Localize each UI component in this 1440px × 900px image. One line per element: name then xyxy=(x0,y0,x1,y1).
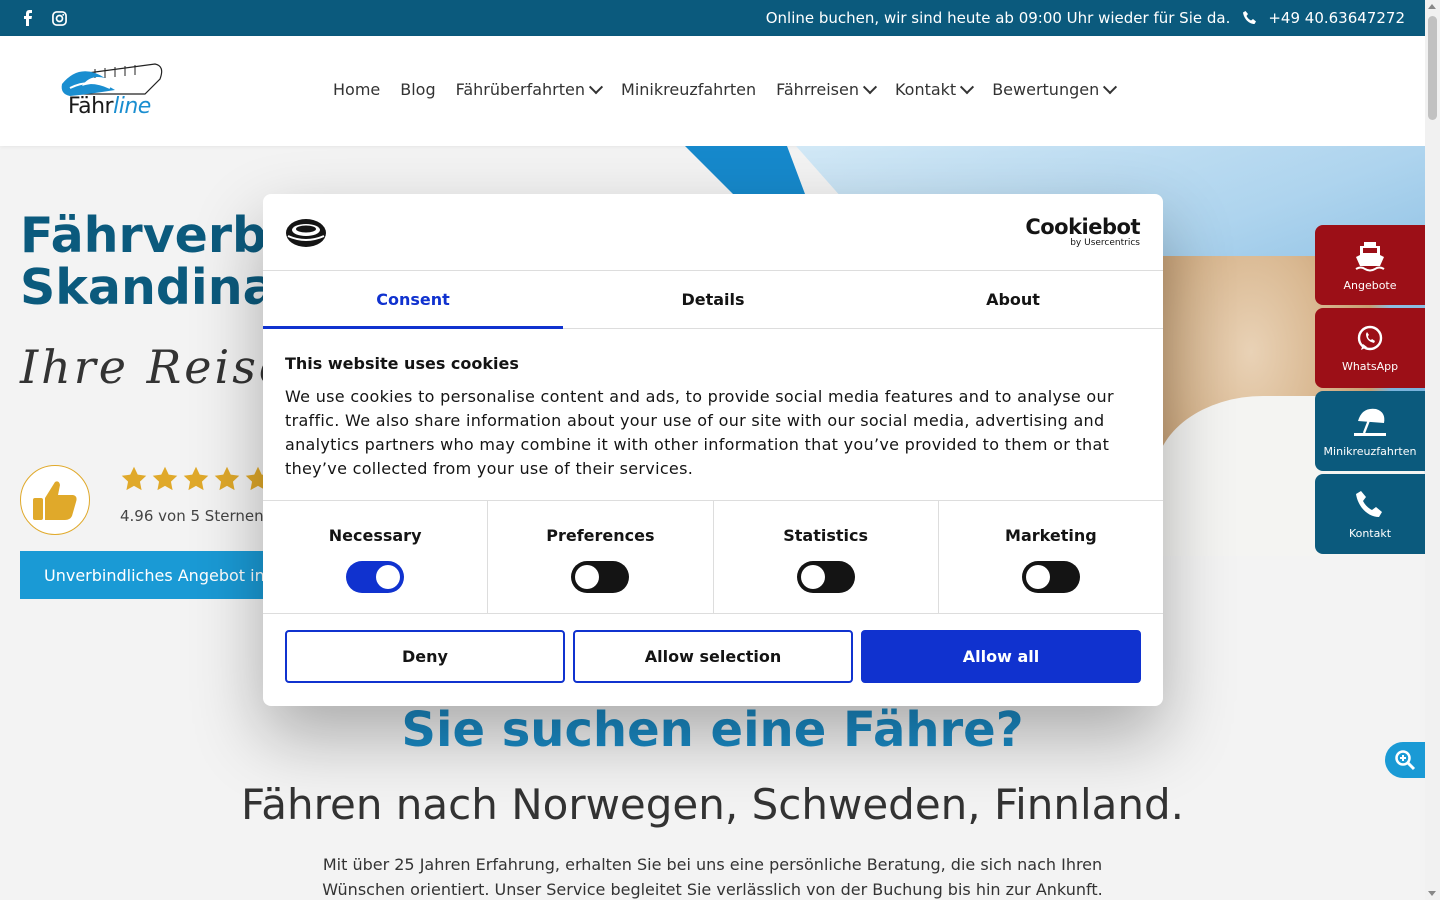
cookie-consent-dialog: Cookiebot by Usercentrics Consent Detail… xyxy=(263,194,1163,706)
preferences-toggle[interactable] xyxy=(571,561,630,593)
statistics-toggle[interactable] xyxy=(796,561,855,593)
page-scrollbar[interactable] xyxy=(1425,0,1440,900)
dialog-buttons: Deny Allow selection Allow all xyxy=(263,614,1163,699)
tab-about[interactable]: About xyxy=(863,271,1163,328)
dialog-heading: This website uses cookies xyxy=(285,354,519,373)
toggle-label: Statistics xyxy=(783,526,868,545)
toggle-label: Preferences xyxy=(546,526,655,545)
toggle-knob xyxy=(800,565,825,589)
necessary-toggle[interactable] xyxy=(346,561,405,593)
toggle-knob xyxy=(1025,565,1050,589)
allow-selection-button[interactable]: Allow selection xyxy=(573,630,853,683)
marketing-toggle[interactable] xyxy=(1021,561,1080,593)
toggle-group-preferences: Preferences xyxy=(488,501,714,613)
scrollbar-thumb[interactable] xyxy=(1428,16,1437,120)
tab-consent[interactable]: Consent xyxy=(263,271,563,329)
scroll-up-arrow-icon[interactable] xyxy=(1428,4,1436,9)
dialog-text: We use cookies to personalise content an… xyxy=(285,387,1114,478)
scroll-down-arrow-icon[interactable] xyxy=(1428,891,1436,896)
toggle-group-necessary: Necessary xyxy=(263,501,489,613)
toggle-group-statistics: Statistics xyxy=(714,501,939,613)
dialog-tabs: Consent Details About xyxy=(263,271,1163,329)
toggle-group-marketing: Marketing xyxy=(939,501,1163,613)
toggle-label: Marketing xyxy=(1005,526,1097,545)
dialog-header: Cookiebot by Usercentrics xyxy=(263,194,1163,271)
deny-button[interactable]: Deny xyxy=(285,630,565,683)
tab-details[interactable]: Details xyxy=(563,271,863,328)
toggle-knob xyxy=(575,565,600,589)
toggle-label: Necessary xyxy=(328,526,422,545)
toggle-knob xyxy=(376,565,401,589)
cookiebot-brand-name: Cookiebot xyxy=(1025,215,1140,239)
consent-toggles: Necessary Preferences Statistics Marketi… xyxy=(263,501,1163,614)
cookiebot-brand-by: by Usercentrics xyxy=(1070,238,1140,248)
cookie-logo-icon xyxy=(286,219,326,247)
dialog-body: This website uses cookies We use cookies… xyxy=(263,329,1163,501)
cookiebot-brand[interactable]: Cookiebot by Usercentrics xyxy=(1025,216,1140,248)
allow-all-button[interactable]: Allow all xyxy=(861,630,1141,683)
